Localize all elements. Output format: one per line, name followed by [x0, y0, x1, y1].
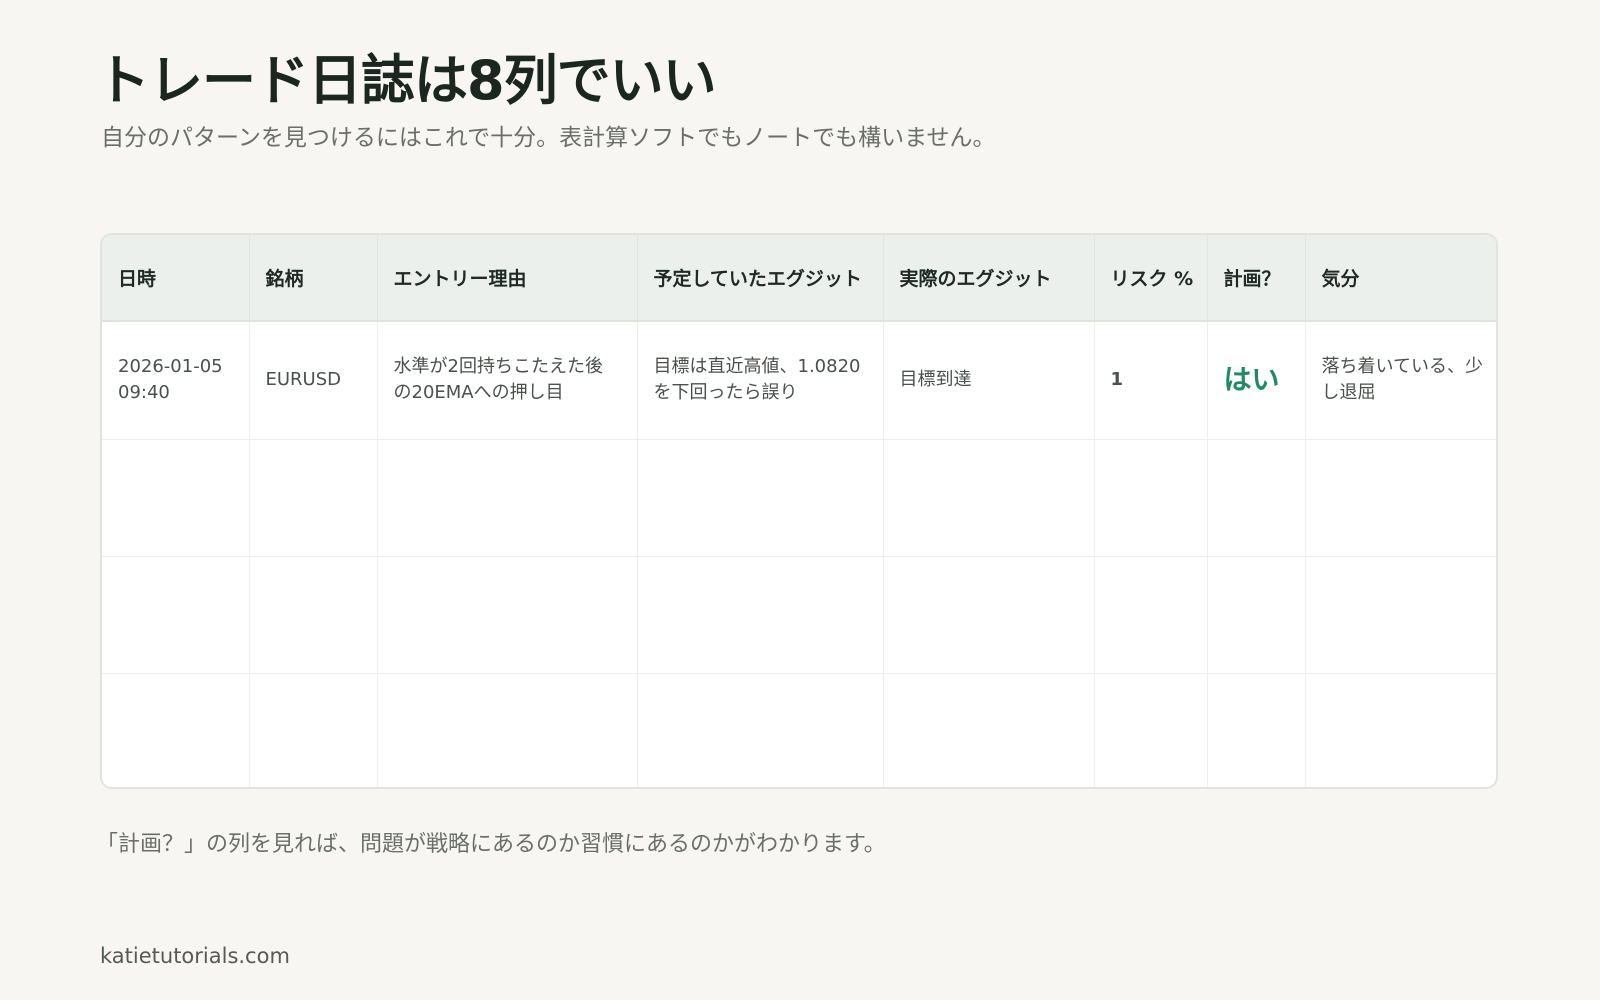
empty-cell: [249, 556, 378, 674]
cell-datetime: 2026-01-05 09:40: [102, 321, 250, 440]
column-header-datetime: 日時: [102, 235, 250, 322]
empty-table-row: [102, 556, 1496, 674]
empty-cell: [249, 673, 378, 787]
column-header-mood: 気分: [1305, 235, 1496, 322]
empty-cell: [637, 439, 884, 557]
empty-cell: [637, 556, 884, 674]
page-title: トレード日誌は8列でいい: [96, 49, 717, 112]
column-header-actual-exit: 実際のエグジット: [883, 235, 1095, 322]
empty-cell: [102, 556, 250, 674]
empty-cell: [1207, 439, 1306, 557]
empty-cell: [1094, 673, 1208, 787]
cell-risk: 1: [1094, 321, 1208, 440]
empty-cell: [377, 439, 638, 557]
column-header-risk: リスク %: [1094, 235, 1208, 322]
empty-cell: [1305, 673, 1496, 787]
column-header-plan: 計画？: [1207, 235, 1306, 322]
cell-mood: 落ち着いている、少し退屈: [1305, 321, 1496, 440]
trade-journal-table-card: 日時 銘柄 エントリー理由 予定していたエグジット 実際のエグジット リスク %…: [100, 233, 1498, 789]
column-header-entry-reason: エントリー理由: [377, 235, 638, 322]
cell-actual-exit: 目標到達: [883, 321, 1095, 440]
table-header-row: 日時 銘柄 エントリー理由 予定していたエグジット 実際のエグジット リスク %…: [102, 235, 1496, 322]
empty-cell: [249, 439, 378, 557]
empty-cell: [377, 556, 638, 674]
footnote: 「計画？」の列を見れば、問題が戦略にあるのか習慣にあるのかがわかります。: [96, 832, 886, 857]
trade-journal-table: 日時 銘柄 エントリー理由 予定していたエグジット 実際のエグジット リスク %…: [102, 235, 1496, 787]
cell-symbol: EURUSD: [249, 321, 378, 440]
empty-cell: [377, 673, 638, 787]
cell-planned-exit: 目標は直近高値、1.0820を下回ったら誤り: [637, 321, 884, 440]
column-header-symbol: 銘柄: [249, 235, 378, 322]
empty-table-row: [102, 673, 1496, 787]
empty-cell: [883, 439, 1095, 557]
column-header-planned-exit: 予定していたエグジット: [637, 235, 884, 322]
empty-cell: [102, 673, 250, 787]
empty-cell: [637, 673, 884, 787]
empty-cell: [1305, 439, 1496, 557]
empty-cell: [1207, 556, 1306, 674]
empty-cell: [883, 673, 1095, 787]
cell-entry-reason: 水準が2回持ちこたえた後の20EMAへの押し目: [377, 321, 638, 440]
cell-plan: はい: [1207, 321, 1306, 440]
page-subtitle: 自分のパターンを見つけるにはこれで十分。表計算ソフトでもノートでも構いません。: [101, 125, 996, 151]
empty-cell: [1207, 673, 1306, 787]
empty-cell: [883, 556, 1095, 674]
empty-table-row: [102, 439, 1496, 557]
empty-cell: [1094, 556, 1208, 674]
empty-cell: [1305, 556, 1496, 674]
empty-cell: [1094, 439, 1208, 557]
site-url: katietutorials.com: [100, 944, 290, 968]
empty-cell: [102, 439, 250, 557]
table-row: 2026-01-05 09:40 EURUSD 水準が2回持ちこたえた後の20E…: [102, 321, 1496, 440]
